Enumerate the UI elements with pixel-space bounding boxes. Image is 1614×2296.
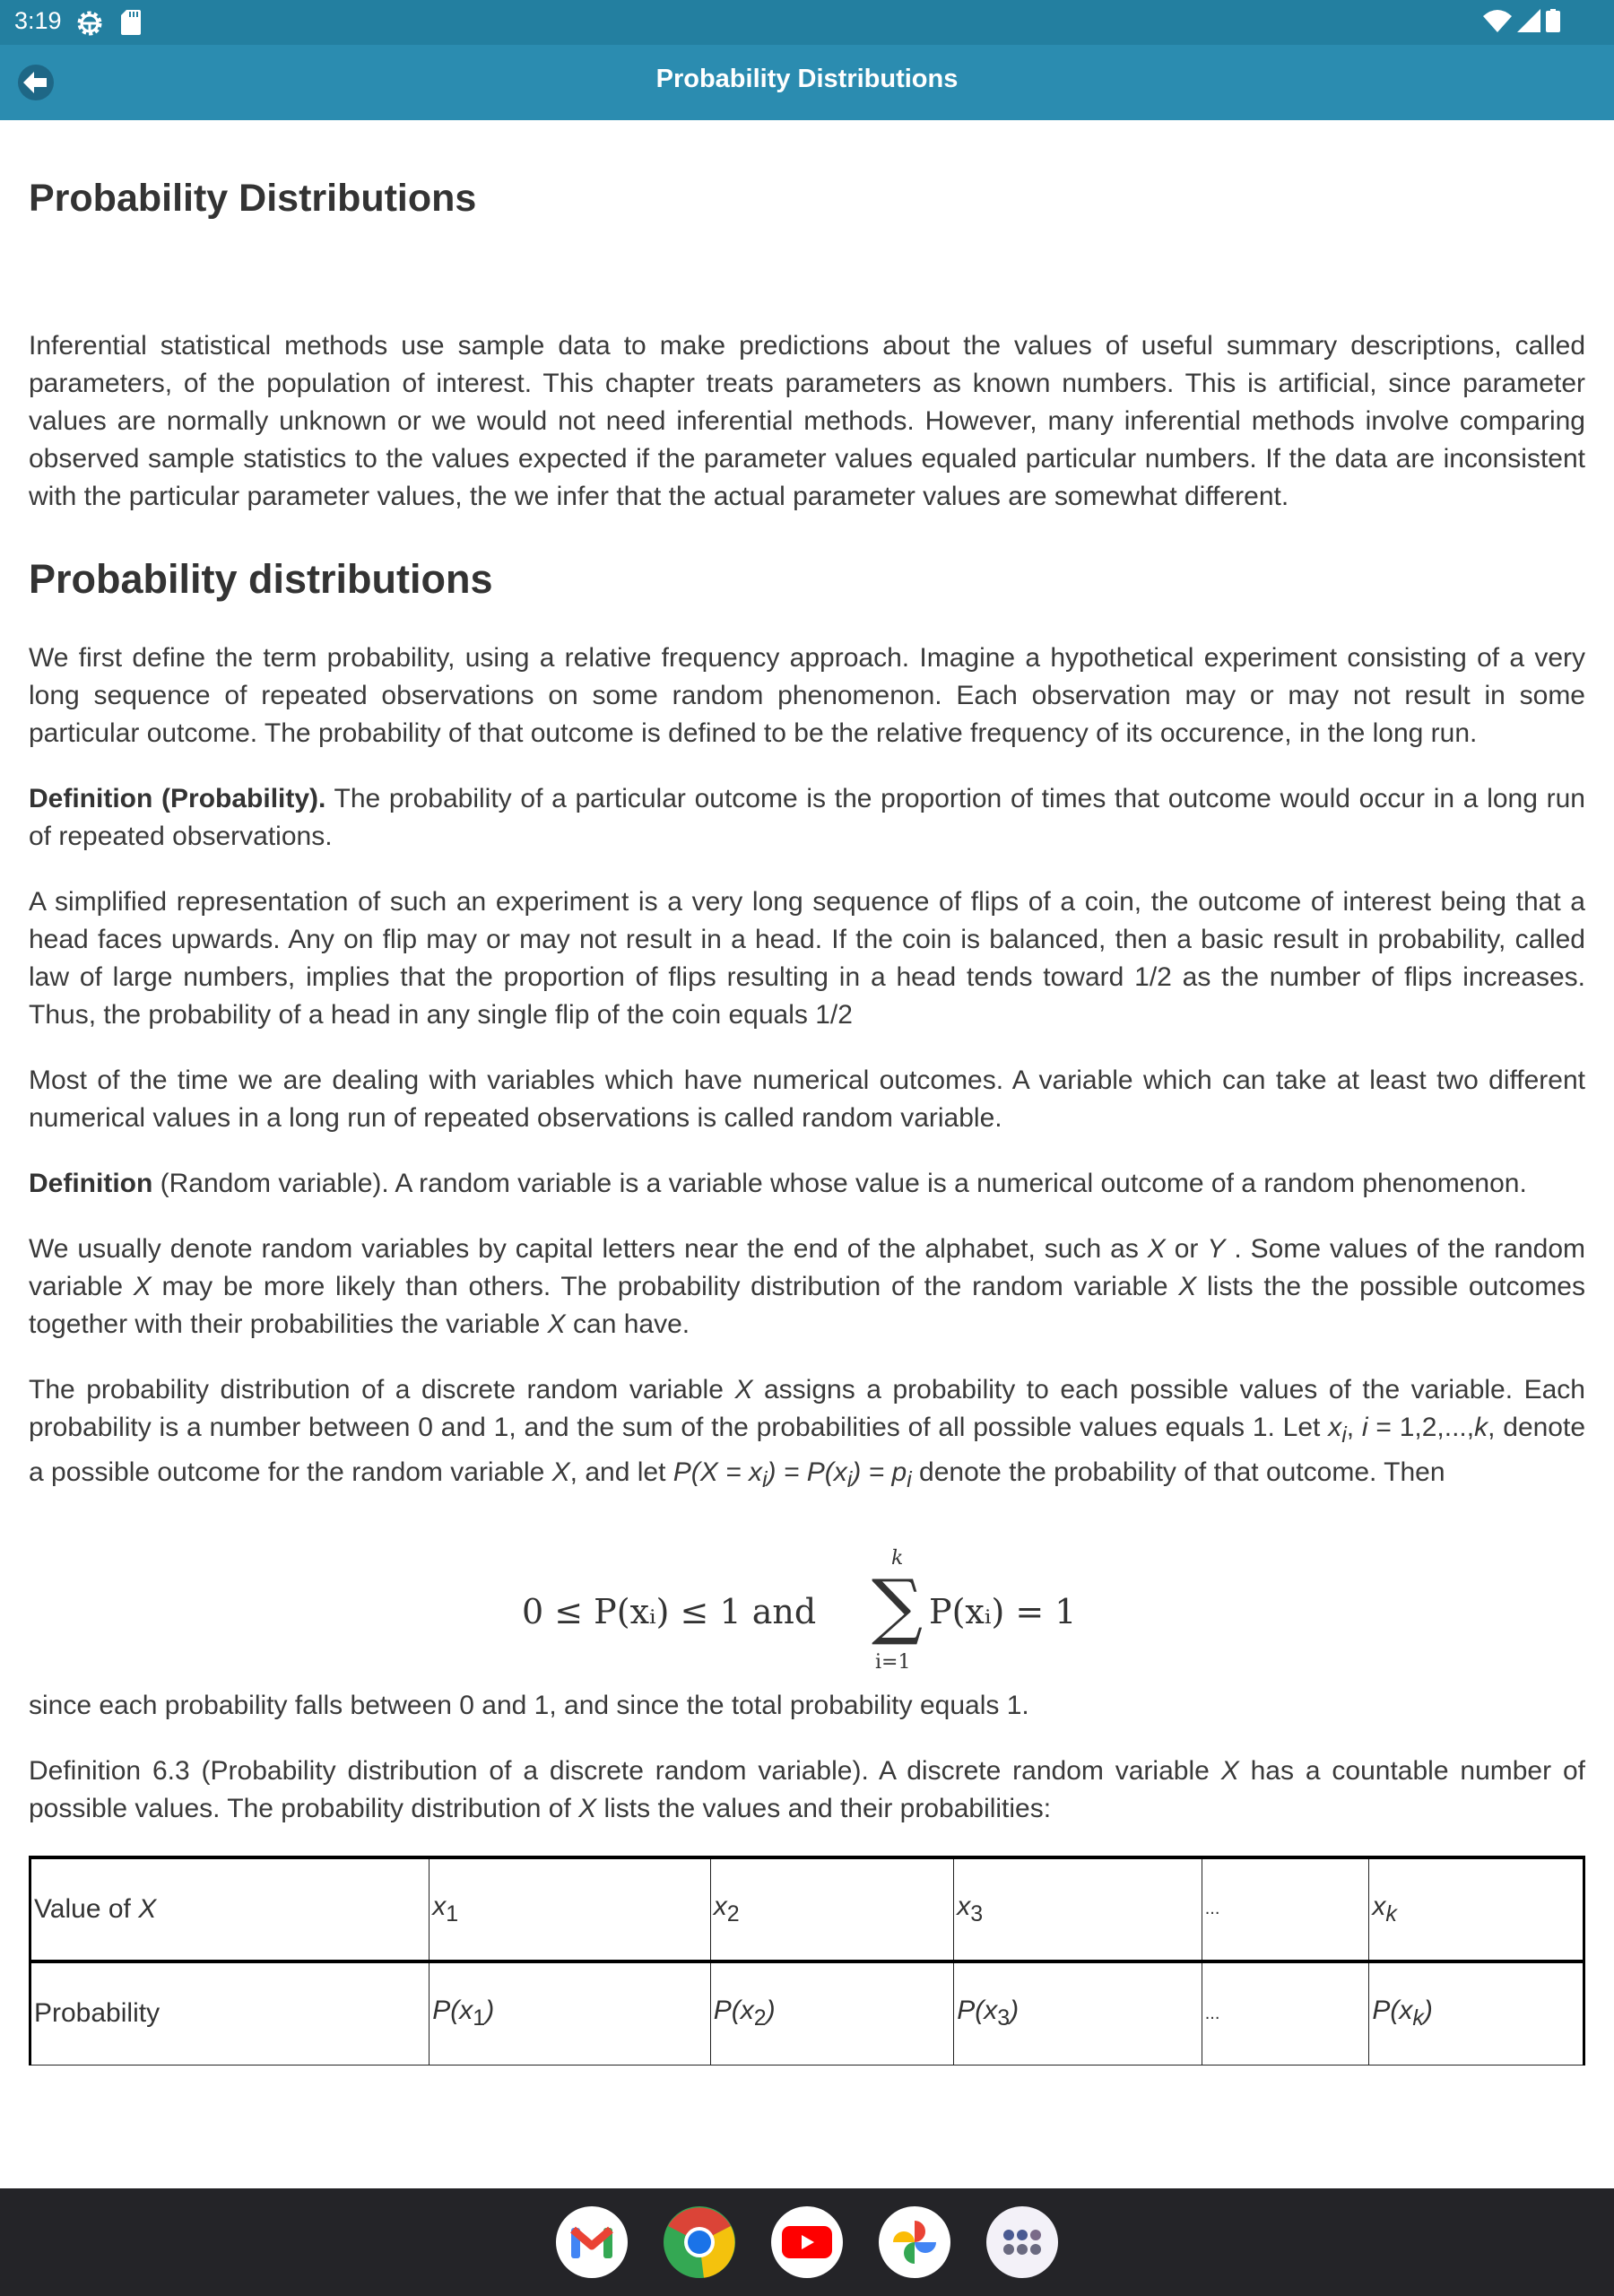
intro-paragraph: Inferential statistical methods use samp… <box>29 330 1585 511</box>
table-cell: x1 <box>429 1855 711 1963</box>
table-cell: xk <box>1368 1855 1585 1963</box>
status-bar: 3:19 <box>0 0 1614 45</box>
table-cell: P(x3) <box>953 1961 1202 2066</box>
battery-icon <box>1546 9 1560 32</box>
formula-sum-equals-one: P(xᵢ) = 1 <box>929 1591 1077 1631</box>
paragraph-relative-frequency: We first define the term probability, us… <box>29 642 1585 748</box>
row-label: Probability <box>28 1961 430 2066</box>
youtube-app-button[interactable] <box>771 2206 843 2278</box>
table-cell: ... <box>1201 1855 1370 1963</box>
app-drawer-button[interactable] <box>986 2206 1058 2278</box>
row-label: Value of X <box>28 1855 430 1963</box>
page-title: Probability Distributions <box>29 177 477 220</box>
paragraph-numerical-outcomes: Most of the time we are dealing with var… <box>29 1065 1585 1133</box>
definition-probability: Definition (Probability). The probabilit… <box>29 780 1585 856</box>
definition-text: (Random variable). A random variable is … <box>152 1168 1527 1198</box>
table-cell: ... <box>1201 1961 1370 2066</box>
table-row-probabilities: Probability P(x1) P(x2) P(x3) ... P(xk) <box>28 1961 1585 2066</box>
status-time: 3:19 <box>14 7 62 34</box>
status-right-icons <box>1483 9 1560 32</box>
table-row-values: Value of X x1 x2 x3 ... xk <box>28 1855 1585 1963</box>
app-grid-icon <box>1003 2230 1041 2255</box>
paragraph-coin-flip: A simplified representation of such an e… <box>29 886 1585 1030</box>
definition-discrete-distribution: Definition 6.3 (Probability distribution… <box>29 1755 1586 1823</box>
table-cell: x2 <box>709 1855 955 1963</box>
definition-random-variable: Definition (Random variable). A random v… <box>29 1165 1585 1203</box>
paragraph-notation: We usually denote random variables by ca… <box>29 1233 1586 1339</box>
table-cell: P(x2) <box>709 1961 955 2066</box>
chrome-app-button[interactable] <box>664 2206 735 2278</box>
summation-symbol: ∑ <box>872 1563 924 1648</box>
table-cell: x3 <box>953 1855 1202 1963</box>
gmail-icon <box>570 2226 613 2258</box>
section-title: Probability distributions <box>29 555 493 602</box>
chrome-icon <box>668 2207 735 2278</box>
sd-card-icon <box>121 10 141 35</box>
definition-label: Definition (Probability). <box>29 783 326 813</box>
paragraph-discrete-distribution: The probability distribution of a discre… <box>29 1374 1586 1492</box>
table-cell: P(x1) <box>429 1961 711 2066</box>
paragraph-total-probability: since each probability falls between 0 a… <box>29 1690 1029 1720</box>
taskbar-dock <box>0 2188 1614 2296</box>
probability-distribution-table: Value of X x1 x2 x3 ... xk Probability P… <box>28 1855 1585 2066</box>
gmail-app-button[interactable] <box>556 2206 628 2278</box>
formula-inequality: 0 ≤ P(xᵢ) ≤ 1 and <box>522 1591 817 1631</box>
app-bar-title: Probability Distributions <box>655 65 959 93</box>
app-bar: Probability Distributions <box>0 45 1614 120</box>
table-cell: P(xk) <box>1368 1961 1585 2066</box>
youtube-icon <box>782 2226 832 2258</box>
cellular-signal-icon <box>1517 9 1540 32</box>
photos-icon <box>893 2221 936 2264</box>
wifi-icon <box>1483 10 1512 32</box>
sum-lower-limit: i=1 <box>875 1650 911 1674</box>
article-content: Probability Distributions Inferential st… <box>28 120 1586 2066</box>
probability-formula: 0 ≤ P(xᵢ) ≤ 1 and k ∑ i=1 P(xᵢ) = 1 <box>29 1544 1585 1678</box>
definition-label: Definition <box>29 1168 153 1198</box>
settings-gear-icon <box>77 11 102 36</box>
photos-app-button[interactable] <box>879 2206 950 2278</box>
